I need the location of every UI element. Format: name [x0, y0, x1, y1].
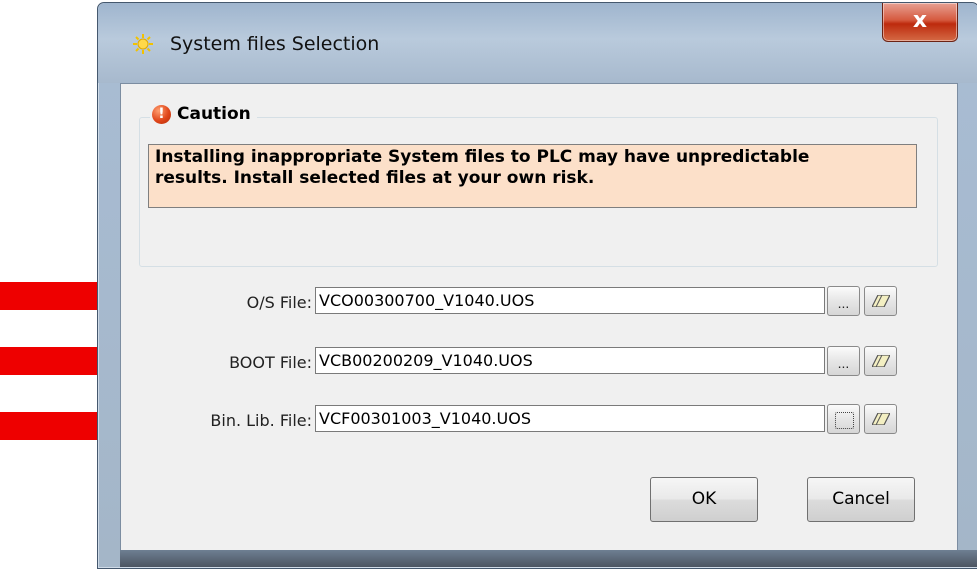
- caution-group: ! Caution Installing inappropriate Syste…: [139, 104, 938, 267]
- bin-lib-file-label: Bin. Lib. File:: [210, 411, 312, 430]
- ok-button[interactable]: OK: [650, 477, 758, 522]
- cancel-button[interactable]: Cancel: [807, 477, 915, 522]
- boot-file-input[interactable]: VCB00200209_V1040.UOS: [315, 347, 825, 374]
- bin-lib-file-browse-button[interactable]: [827, 404, 860, 434]
- os-file-label: O/S File:: [246, 293, 312, 312]
- window-title: System files Selection: [170, 33, 380, 55]
- title-bar[interactable]: System files Selection x: [98, 3, 977, 83]
- os-file-browse-button[interactable]: ...: [827, 286, 860, 316]
- sun-icon: [133, 34, 153, 54]
- caution-message-line: results. Install selected files at your …: [155, 168, 595, 188]
- eraser-icon: [872, 355, 890, 367]
- focus-indicator: [835, 412, 854, 429]
- boot-file-browse-button[interactable]: ...: [827, 346, 860, 376]
- bin-lib-file-input[interactable]: VCF00301003_V1040.UOS: [315, 405, 825, 432]
- caution-legend: ! Caution: [150, 104, 257, 124]
- close-button[interactable]: x: [882, 3, 958, 42]
- os-file-clear-button[interactable]: [864, 286, 897, 316]
- os-file-input[interactable]: VCO00300700_V1040.UOS: [315, 287, 825, 314]
- caution-message: Installing inappropriate System files to…: [148, 144, 917, 208]
- eraser-icon: [872, 413, 890, 425]
- caution-message-line: Installing inappropriate System files to…: [155, 147, 810, 167]
- caution-title: Caution: [177, 104, 251, 124]
- bin-lib-file-clear-button[interactable]: [864, 404, 897, 434]
- dialog-window: System files Selection x ! Caution Insta…: [97, 2, 977, 569]
- boot-file-label: BOOT File:: [229, 353, 312, 372]
- eraser-icon: [872, 295, 890, 307]
- exclamation-circle-icon: !: [152, 104, 171, 124]
- dialog-body: ! Caution Installing inappropriate Syste…: [120, 83, 958, 559]
- taskbar-edge: [120, 550, 977, 567]
- boot-file-clear-button[interactable]: [864, 346, 897, 376]
